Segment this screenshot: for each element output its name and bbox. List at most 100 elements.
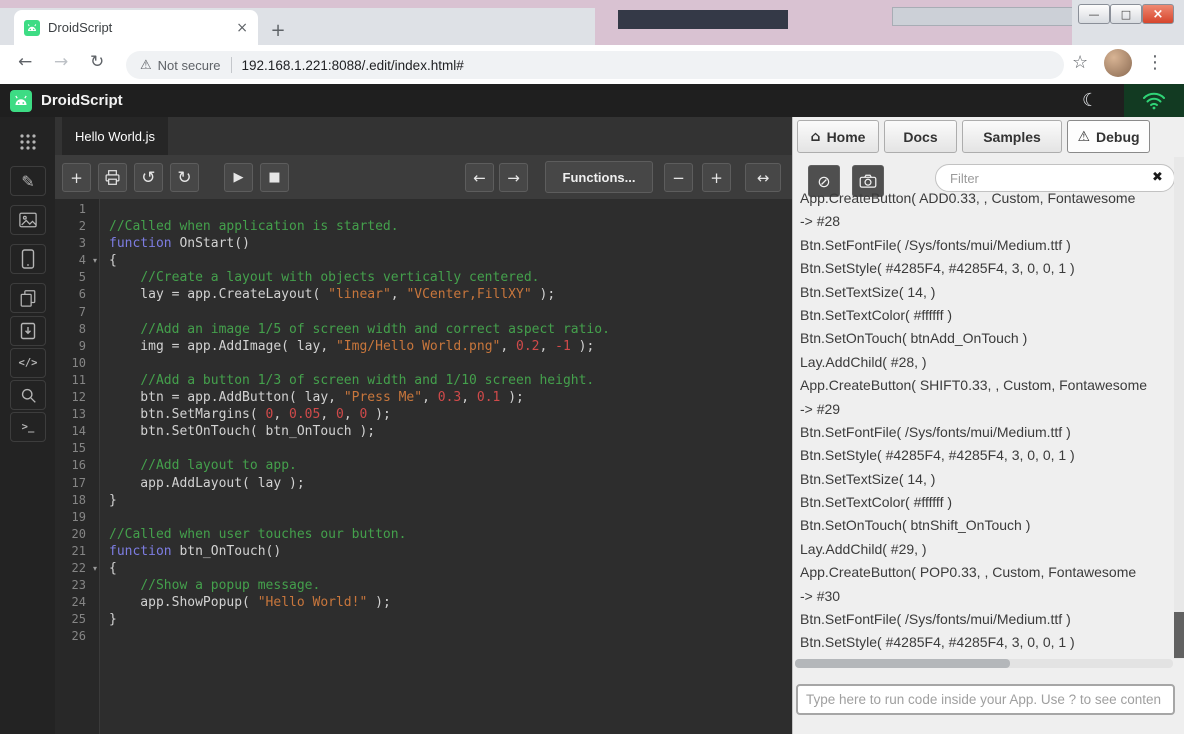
code-line[interactable]: app.ShowPopup( "Hello World!" ); (109, 595, 792, 612)
avatar[interactable] (1104, 49, 1132, 77)
log-horizontal-scrollbar-thumb[interactable] (795, 659, 1010, 668)
url-text[interactable]: 192.168.1.221:8088/.edit/index.html# (242, 58, 464, 73)
log-vertical-scrollbar-thumb[interactable] (1174, 612, 1184, 658)
font-decrease-button[interactable]: − (664, 163, 693, 192)
code-line[interactable]: { (109, 561, 792, 578)
log-line[interactable]: App.CreateButton( SHIFT0.33, , Custom, F… (800, 374, 1172, 397)
log-line[interactable]: Btn.SetTextColor( #ffffff ) (800, 304, 1172, 327)
log-line[interactable]: -> #30 (800, 585, 1172, 608)
redo-button[interactable]: ↻ (170, 163, 199, 192)
log-line[interactable]: Btn.SetOnTouch( btnAdd_OnTouch ) (800, 327, 1172, 350)
code-line[interactable] (109, 356, 792, 373)
undo-button[interactable]: ↺ (134, 163, 163, 192)
code-line[interactable]: btn = app.AddButton( lay, "Press Me", 0.… (109, 390, 792, 407)
publish-button[interactable] (98, 163, 127, 192)
bookmark-star-icon[interactable]: ☆ (1072, 52, 1088, 73)
code-line[interactable]: //Called when application is started. (109, 219, 792, 236)
code-line[interactable]: function btn_OnTouch() (109, 544, 792, 561)
code-line[interactable]: //Add an image 1/5 of screen width and c… (109, 322, 792, 339)
log-line[interactable]: Lay.AddChild( #28, ) (800, 351, 1172, 374)
tab-home[interactable]: ⌂ Home (797, 120, 879, 153)
apk-export-button[interactable] (10, 316, 46, 346)
edit-button[interactable]: ✎ (10, 166, 46, 196)
nav-forward-button[interactable]: → (499, 163, 528, 192)
code-line[interactable]: btn.SetMargins( 0, 0.05, 0, 0 ); (109, 407, 792, 424)
log-line[interactable]: Btn.SetTextSize( 14, ) (800, 281, 1172, 304)
log-vertical-scrollbar[interactable] (1174, 157, 1184, 659)
media-button[interactable] (10, 205, 46, 235)
dark-mode-moon-icon[interactable]: ☾ (1082, 90, 1098, 111)
code-line[interactable]: app.AddLayout( lay ); (109, 476, 792, 493)
code-line[interactable]: } (109, 612, 792, 629)
font-increase-button[interactable]: + (702, 163, 731, 192)
code-line[interactable]: } (109, 493, 792, 510)
log-line[interactable]: -> #28 (800, 210, 1172, 233)
code-line[interactable]: img = app.AddImage( lay, "Img/Hello Worl… (109, 339, 792, 356)
code-line[interactable]: //Called when user touches our button. (109, 527, 792, 544)
code-snippets-button[interactable]: </> (10, 348, 46, 378)
run-button[interactable]: ▶ (224, 163, 253, 192)
code-line[interactable]: //Add layout to app. (109, 458, 792, 475)
close-window-button[interactable]: × (1142, 4, 1174, 24)
log-line[interactable]: Btn.SetFontFile( /Sys/fonts/mui/Medium.t… (800, 421, 1172, 444)
log-line[interactable]: App.CreateButton( POP0.33, , Custom, Fon… (800, 561, 1172, 584)
device-preview-button[interactable] (10, 244, 46, 274)
new-tab-button[interactable]: + (266, 18, 290, 42)
browser-menu-icon[interactable]: ⋮ (1146, 52, 1164, 73)
log-line[interactable]: Btn.SetStyle( #4285F4, #4285F4, 3, 0, 0,… (800, 444, 1172, 467)
search-button[interactable] (10, 380, 46, 410)
fold-marker-icon[interactable]: ▾ (93, 256, 97, 265)
apps-grid-button[interactable] (10, 127, 46, 157)
code-line[interactable]: { (109, 253, 792, 270)
log-line[interactable]: Btn.SetTextSize( 14, ) (800, 468, 1172, 491)
log-line[interactable]: Btn.SetStyle( #4285F4, #4285F4, 3, 0, 0,… (800, 257, 1172, 280)
stop-button[interactable]: ■ (260, 163, 289, 192)
word-wrap-button[interactable]: ↔ (745, 163, 781, 192)
code-line[interactable] (109, 441, 792, 458)
browser-tab[interactable]: DroidScript × (14, 10, 258, 45)
code-line[interactable]: //Add a button 1/3 of screen width and 1… (109, 373, 792, 390)
omnibox[interactable]: ⚠ Not secure 192.168.1.221:8088/.edit/in… (126, 51, 1064, 79)
log-line[interactable]: App.CreateButton( ADD0.33, , Custom, Fon… (800, 187, 1172, 210)
tab-close-icon[interactable]: × (236, 20, 248, 36)
minimize-button[interactable]: — (1078, 4, 1110, 24)
tab-samples[interactable]: Samples (962, 120, 1062, 153)
back-icon[interactable]: ← (18, 52, 32, 72)
file-tab[interactable]: Hello World.js (62, 117, 168, 155)
fold-marker-icon[interactable]: ▾ (93, 564, 97, 573)
copy-button[interactable] (10, 283, 46, 313)
maximize-button[interactable]: □ (1110, 4, 1142, 24)
code-line[interactable]: lay = app.CreateLayout( "linear", "VCent… (109, 287, 792, 304)
terminal-button[interactable]: >_ (10, 412, 46, 442)
log-line[interactable]: Btn.SetFontFile( /Sys/fonts/mui/Medium.t… (800, 608, 1172, 631)
filter-clear-icon[interactable]: ✖ (1152, 170, 1163, 185)
console-input[interactable] (796, 684, 1175, 715)
code-line[interactable]: function OnStart() (109, 236, 792, 253)
code-line[interactable] (109, 510, 792, 527)
log-line[interactable]: Btn.SetFontFile( /Sys/fonts/mui/Medium.t… (800, 234, 1172, 257)
debug-log[interactable]: App.CreateButton( ADD0.33, , Custom, Fon… (800, 187, 1172, 655)
tab-debug[interactable]: ⚠ Debug (1067, 120, 1150, 153)
code-editor[interactable]: 1234▾5678910111213141516171819202122▾232… (55, 199, 792, 734)
code-line[interactable] (109, 629, 792, 646)
log-line[interactable]: Lay.AddChild( #29, ) (800, 538, 1172, 561)
code-line[interactable]: //Create a layout with objects verticall… (109, 270, 792, 287)
security-label[interactable]: Not secure (158, 58, 221, 73)
tab-docs[interactable]: Docs (884, 120, 957, 153)
file-tab-label: Hello World.js (75, 129, 155, 144)
log-line[interactable]: Btn.SetStyle( #4285F4, #4285F4, 3, 0, 0,… (800, 631, 1172, 654)
code-line[interactable]: //Show a popup message. (109, 578, 792, 595)
code-lines[interactable]: //Called when application is started.fun… (100, 199, 792, 734)
forward-icon[interactable]: → (54, 52, 68, 72)
log-line[interactable]: Btn.SetTextColor( #ffffff ) (800, 491, 1172, 514)
reload-icon[interactable]: ↻ (90, 52, 104, 72)
log-line[interactable]: -> #29 (800, 398, 1172, 421)
code-line[interactable] (109, 305, 792, 322)
wifi-status-button[interactable] (1124, 84, 1184, 117)
add-file-button[interactable]: + (62, 163, 91, 192)
functions-dropdown[interactable]: Functions... (545, 161, 653, 193)
code-line[interactable]: btn.SetOnTouch( btn_OnTouch ); (109, 424, 792, 441)
code-line[interactable] (109, 202, 792, 219)
nav-back-button[interactable]: ← (465, 163, 494, 192)
log-line[interactable]: Btn.SetOnTouch( btnShift_OnTouch ) (800, 514, 1172, 537)
